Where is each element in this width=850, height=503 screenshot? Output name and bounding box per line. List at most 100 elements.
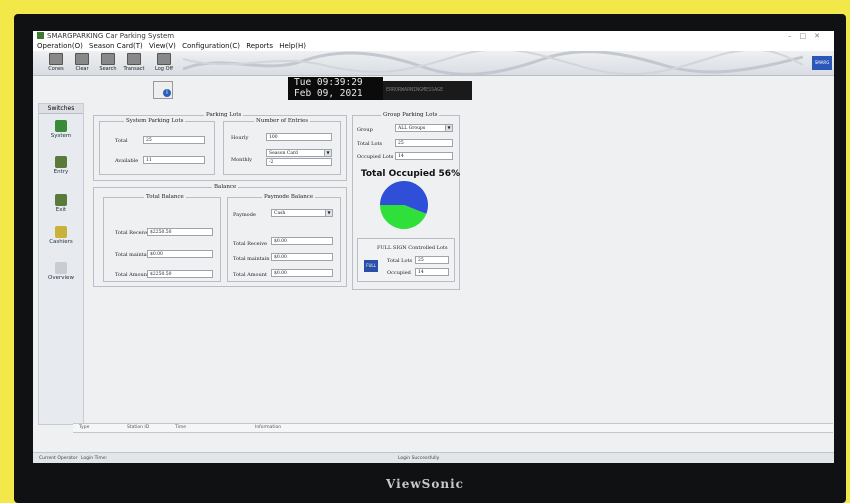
total-amount-field: $2250.50 bbox=[147, 270, 213, 278]
column-information[interactable]: Information bbox=[255, 424, 281, 432]
toolbar-decoration bbox=[183, 51, 803, 75]
total-balance-title: Total Balance bbox=[144, 194, 186, 200]
parking-lots-title: Parking Lots bbox=[204, 112, 244, 118]
clock-time: Tue 09:39:29 bbox=[294, 77, 363, 88]
log-off-icon bbox=[157, 53, 171, 65]
group-total-lots-field: 25 bbox=[395, 139, 453, 147]
menu-operation[interactable]: Operation(O) bbox=[37, 42, 83, 50]
transact-icon bbox=[127, 53, 141, 65]
app-screen: SMARGPARKING Car Parking System –□✕ Oper… bbox=[33, 31, 834, 463]
system-icon bbox=[55, 120, 67, 132]
log-off-label: Log Off bbox=[155, 66, 173, 72]
column-time[interactable]: Time bbox=[175, 424, 186, 432]
sidebar-item-cashiers[interactable]: Cashiers bbox=[39, 226, 83, 245]
minimize-button[interactable]: – bbox=[788, 32, 800, 40]
group-parking-lots-title: Group Parking Lots bbox=[381, 112, 440, 118]
menu-reports[interactable]: Reports bbox=[246, 42, 273, 50]
chevron-down-icon: ▼ bbox=[445, 125, 452, 131]
total-label: Total bbox=[115, 138, 128, 144]
sidebar-header: Switches bbox=[39, 104, 83, 114]
paymode-select[interactable]: Cash ▼ bbox=[271, 209, 333, 217]
full-sign-icon: FULL bbox=[364, 260, 378, 272]
hourly-field: 100 bbox=[266, 133, 332, 141]
sidebar-item-system[interactable]: System bbox=[39, 120, 83, 139]
cones-label: Cones bbox=[48, 66, 64, 72]
close-button[interactable]: ✕ bbox=[814, 32, 828, 40]
sidebar-item-label: System bbox=[50, 133, 72, 139]
group-total-lots-label: Total Lots bbox=[357, 141, 383, 147]
sidebar-item-overview[interactable]: Overview bbox=[39, 262, 83, 281]
full-sign-total-field: 25 bbox=[415, 256, 449, 264]
chevron-down-icon: ▼ bbox=[324, 150, 331, 156]
full-sign-occupied-field: 14 bbox=[415, 268, 449, 276]
menu-configuration[interactable]: Configuration(C) bbox=[182, 42, 240, 50]
maximize-button[interactable]: □ bbox=[800, 32, 815, 40]
exit-icon bbox=[55, 194, 67, 206]
search-icon bbox=[101, 53, 115, 65]
paymode-label: Paymode bbox=[233, 212, 256, 218]
window-controls[interactable]: –□✕ bbox=[788, 31, 828, 41]
cashiers-icon bbox=[55, 226, 67, 238]
available-label: Available bbox=[115, 158, 139, 164]
app-icon bbox=[37, 32, 44, 39]
log-off-button[interactable]: Log Off bbox=[149, 53, 179, 72]
total-receive-field: $2250.50 bbox=[147, 228, 213, 236]
overview-icon bbox=[55, 262, 67, 274]
sidebar-item-exit[interactable]: Exit bbox=[39, 194, 83, 213]
transaction-table-header: Type Station ID Time Information bbox=[73, 423, 833, 433]
monthly-field: -2 bbox=[266, 158, 332, 166]
menu-bar: Operation(O) Season Card(T) View(V) Conf… bbox=[33, 41, 834, 51]
cones-icon bbox=[49, 53, 63, 65]
paymode-maintain-field: $0.00 bbox=[271, 253, 333, 261]
group-occupied-lots-label: Occupied Lots bbox=[357, 154, 394, 160]
paymode-balance-title: Paymode Balance bbox=[262, 194, 316, 200]
full-sign-total-label: Total Lots bbox=[387, 258, 413, 264]
entry-icon bbox=[55, 156, 67, 168]
group-value: ALL Groups bbox=[398, 126, 426, 131]
menu-season-card[interactable]: Season Card(T) bbox=[89, 42, 143, 50]
total-amount-label: Total Amount bbox=[115, 272, 149, 278]
group-select[interactable]: ALL Groups ▼ bbox=[395, 124, 453, 132]
paymode-amount-label: Total Amount bbox=[233, 272, 267, 278]
paymode-amount-field: $0.00 bbox=[271, 269, 333, 277]
number-of-entries-title: Number of Entries bbox=[254, 118, 311, 124]
switches-sidebar: Switches System Entry Exit Cashiers Over… bbox=[38, 103, 84, 425]
system-total-field: 25 bbox=[143, 136, 205, 144]
full-sign-title: FULL SIGN Controlled Lots bbox=[377, 245, 448, 251]
transact-button[interactable]: Transact bbox=[119, 53, 149, 72]
paymode-receive-field: $0.00 bbox=[271, 237, 333, 245]
sidebar-item-label: Exit bbox=[55, 207, 67, 213]
occupancy-pie-chart bbox=[380, 181, 428, 229]
login-time-label: Login Time: bbox=[81, 456, 108, 461]
window-title-bar: SMARGPARKING Car Parking System –□✕ bbox=[33, 31, 834, 41]
balance-title: Balance bbox=[212, 184, 239, 190]
paymode-receive-label: Total Receive bbox=[233, 241, 268, 247]
system-available-field: 11 bbox=[143, 156, 205, 164]
column-station-id[interactable]: Station ID bbox=[127, 424, 149, 432]
sidebar-item-entry[interactable]: Entry bbox=[39, 156, 83, 175]
card-type-select[interactable]: Season Card ▼ bbox=[266, 149, 332, 157]
about-info-icon[interactable]: i bbox=[153, 81, 173, 99]
transact-label: Transact bbox=[123, 66, 145, 72]
current-operator-label: Current Operator bbox=[39, 456, 78, 461]
paymode-maintain-label: Total maintain bbox=[233, 256, 270, 262]
menu-view[interactable]: View(V) bbox=[149, 42, 176, 50]
menu-help[interactable]: Help(H) bbox=[279, 42, 306, 50]
search-label: Search bbox=[99, 66, 117, 72]
clear-icon bbox=[75, 53, 89, 65]
hourly-label: Hourly bbox=[231, 135, 249, 141]
total-maintain-field: $0.00 bbox=[147, 250, 213, 258]
monthly-label: Monthly bbox=[231, 157, 253, 163]
group-occupied-lots-field: 14 bbox=[395, 152, 453, 160]
column-type[interactable]: Type bbox=[79, 424, 89, 432]
chevron-down-icon: ▼ bbox=[325, 210, 332, 216]
toolbar: Cones Clear Search Transact Log Off SMAR… bbox=[33, 51, 834, 76]
sidebar-item-label: Entry bbox=[53, 169, 69, 175]
clock-date: Feb 09, 2021 bbox=[294, 87, 363, 99]
paymode-value: Cash bbox=[274, 211, 286, 216]
error-message-panel: ERRORWARNINGMESSAGE bbox=[383, 81, 472, 100]
system-parking-lots-group: System Parking Lots bbox=[99, 118, 215, 175]
card-type-value: Season Card bbox=[269, 151, 298, 156]
window-title: SMARGPARKING Car Parking System bbox=[47, 32, 175, 40]
status-message: Login Successfully bbox=[398, 456, 440, 461]
